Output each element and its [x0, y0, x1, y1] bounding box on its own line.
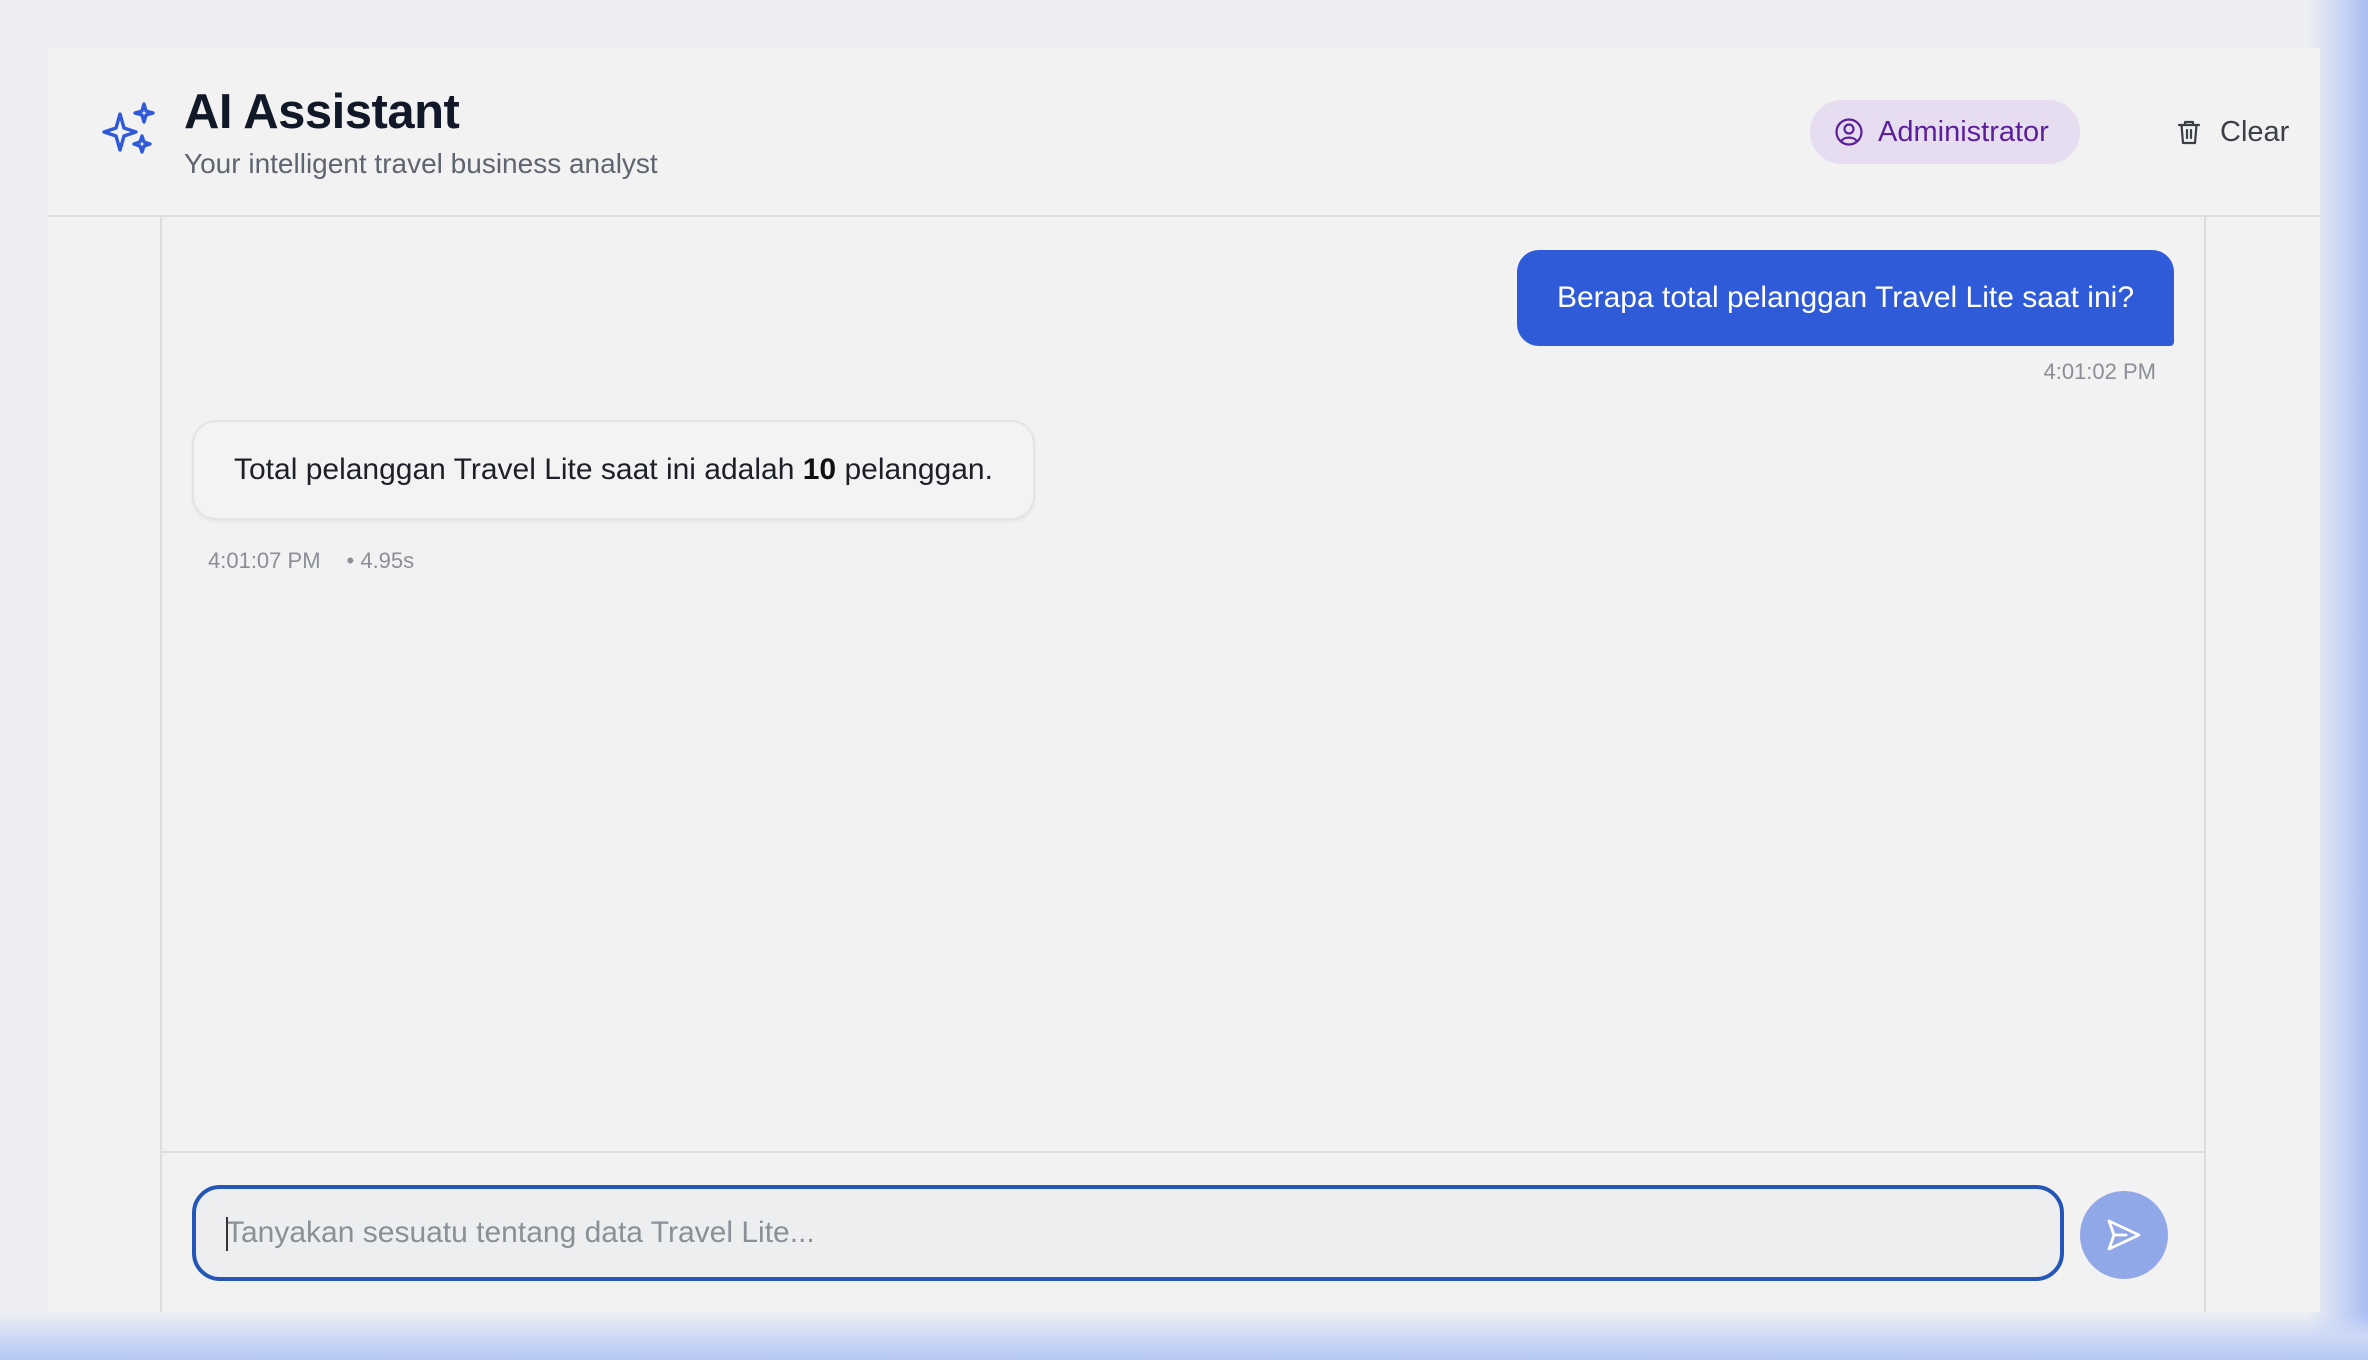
role-badge[interactable]: Administrator — [1810, 100, 2080, 164]
assistant-text-before: Total pelanggan Travel Lite saat ini ada… — [234, 453, 803, 486]
app-subtitle: Your intelligent travel business analyst — [184, 148, 658, 179]
message-input[interactable] — [192, 1185, 2064, 1281]
assistant-text-bold: 10 — [802, 453, 837, 486]
role-badge-label: Administrator — [1878, 115, 2049, 148]
assistant-response-duration: • 4.95s — [346, 548, 415, 573]
assistant-message-meta: 4:01:07 PM • 4.95s — [208, 548, 414, 574]
clear-button-label: Clear — [2220, 115, 2290, 148]
app-title: AI Assistant — [184, 85, 460, 139]
send-icon — [2107, 1219, 2141, 1251]
user-message-bubble: Berapa total pelanggan Travel Lite saat … — [1516, 250, 2174, 346]
send-button[interactable] — [2080, 1191, 2168, 1279]
window-edge-glow-bottom — [0, 1314, 2368, 1360]
assistant-text-after: pelanggan. — [836, 453, 993, 486]
trash-icon — [2177, 120, 2201, 145]
ai-assistant-app: AI Assistant Your intelligent travel bus… — [48, 48, 2320, 1312]
clear-button[interactable]: Clear — [2174, 100, 2304, 164]
user-circle-icon — [1835, 118, 1863, 146]
sparkles-icon — [102, 102, 155, 154]
chat-panel: Berapa total pelanggan Travel Lite saat … — [160, 217, 2206, 1312]
app-header: AI Assistant Your intelligent travel bus… — [48, 48, 2320, 217]
text-caret — [226, 1217, 228, 1251]
assistant-message-bubble: Total pelanggan Travel Lite saat ini ada… — [192, 420, 1035, 520]
user-message-time: 4:01:02 PM — [2043, 359, 2156, 384]
assistant-message-time: 4:01:07 PM — [208, 548, 321, 573]
message-composer — [162, 1151, 2204, 1312]
